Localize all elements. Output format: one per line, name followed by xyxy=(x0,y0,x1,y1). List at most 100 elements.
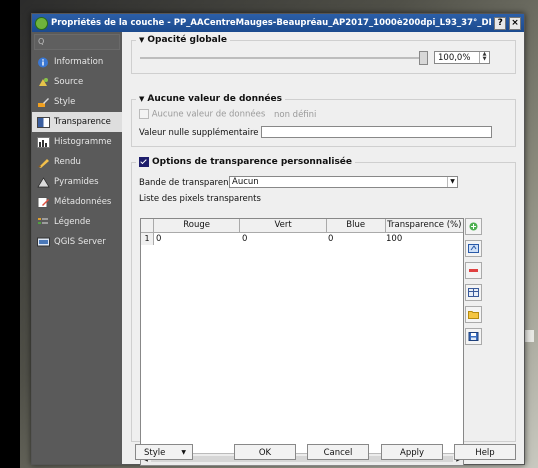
default-values-button[interactable] xyxy=(465,284,482,301)
sidebar-search-input[interactable]: Q xyxy=(34,34,120,50)
transparency-icon xyxy=(37,116,50,128)
help-button[interactable]: Help xyxy=(454,444,516,460)
row-number[interactable]: 1 xyxy=(141,233,154,245)
sidebar-item-label: Métadonnées xyxy=(54,197,112,207)
style-button-label: Style xyxy=(144,448,166,458)
custom-transparency-checkbox[interactable] xyxy=(139,157,149,167)
table-header: Rouge Vert Blue Transparence (%) xyxy=(141,219,463,233)
column-header-blue[interactable]: Blue xyxy=(327,219,386,232)
sidebar-item-style[interactable]: Style xyxy=(32,92,122,112)
column-header-rouge[interactable]: Rouge xyxy=(154,219,241,232)
source-icon xyxy=(39,77,48,86)
opacity-spinbox[interactable]: 100,0% ▲ ▼ xyxy=(434,51,490,64)
transparency-band-label: Bande de transparence xyxy=(139,178,239,188)
histogram-icon xyxy=(37,136,50,148)
sidebar-item-qgis-server[interactable]: QGIS Server xyxy=(32,232,122,252)
sidebar-item-label: Style xyxy=(54,97,76,107)
sidebar-item-label: Pyramides xyxy=(54,177,99,187)
spinbox-arrows-icon[interactable]: ▲ ▼ xyxy=(479,52,489,63)
cancel-button[interactable]: Cancel xyxy=(307,444,369,460)
pyramids-icon xyxy=(37,176,50,187)
sidebar-item-legende[interactable]: Légende xyxy=(32,212,122,232)
transparency-band-value: Aucun xyxy=(232,177,259,187)
cell-vert[interactable]: 0 xyxy=(240,233,326,245)
extra-nodata-label: Valeur nulle supplémentaire xyxy=(139,128,259,138)
sidebar-item-label: QGIS Server xyxy=(54,237,106,247)
close-button[interactable]: × xyxy=(509,16,521,30)
sidebar-item-label: Histogramme xyxy=(54,137,112,147)
nodata-group: ▼ Aucune valeur de données Aucune valeur… xyxy=(131,94,516,147)
transparent-pixels-table: Rouge Vert Blue Transparence (%) 1 0 0 0… xyxy=(140,218,464,466)
style-menu-button[interactable]: Style ▼ xyxy=(135,444,193,460)
extra-nodata-input[interactable] xyxy=(261,126,492,138)
sidebar-item-transparence[interactable]: Transparence xyxy=(32,112,122,132)
sidebar-item-pyramides[interactable]: Pyramides xyxy=(32,172,122,192)
transparency-band-select[interactable]: Aucun ▼ xyxy=(229,176,458,188)
sidebar-item-label: Rendu xyxy=(54,157,81,167)
style-icon xyxy=(38,97,49,107)
table-icon xyxy=(468,288,479,297)
add-value-button[interactable] xyxy=(465,218,482,235)
map-dark-area xyxy=(0,0,20,468)
render-icon xyxy=(38,158,49,168)
table-corner xyxy=(141,219,154,232)
table-tools xyxy=(465,218,483,350)
add-icon xyxy=(469,222,478,231)
save-icon xyxy=(468,332,479,341)
nodata-status: non défini xyxy=(274,109,317,120)
cell-transparence[interactable]: 100 xyxy=(384,233,462,245)
global-opacity-title: Opacité globale xyxy=(147,35,227,45)
sidebar-item-label: Légende xyxy=(54,217,91,227)
legend-icon xyxy=(38,217,48,224)
global-opacity-group: ▼ Opacité globale 100,0% ▲ ▼ xyxy=(131,35,516,74)
custom-transparency-group: Options de transparence personnalisée Ba… xyxy=(131,157,516,466)
help-title-button[interactable]: ? xyxy=(494,16,507,30)
sidebar-item-information[interactable]: Information xyxy=(32,52,122,72)
cell-rouge[interactable]: 0 xyxy=(154,233,240,245)
remove-value-button[interactable] xyxy=(465,262,482,279)
server-icon xyxy=(37,237,50,246)
chevron-down-icon: ▼ xyxy=(447,177,457,187)
nodata-header[interactable]: ▼ Aucune valeur de données xyxy=(136,94,285,104)
nodata-checkbox[interactable] xyxy=(139,109,149,119)
sidebar-item-histogramme[interactable]: Histogramme xyxy=(32,132,122,152)
nodata-checkbox-label: Aucune valeur de données xyxy=(151,109,266,120)
chevron-down-icon: ▼ xyxy=(181,449,186,456)
column-header-transparence[interactable]: Transparence (%) xyxy=(386,219,464,232)
sidebar: Q Information Source Style Transparence … xyxy=(32,32,122,464)
export-to-file-button[interactable] xyxy=(465,328,482,345)
dialog-button-bar: Style ▼ OK Cancel Apply Help xyxy=(125,442,520,464)
cell-blue[interactable]: 0 xyxy=(326,233,384,245)
table-row[interactable]: 1 0 0 0 100 xyxy=(141,233,463,245)
window-title: Propriétés de la couche - PP_AACentreMau… xyxy=(51,18,492,28)
custom-transparency-title: Options de transparence personnalisée xyxy=(152,157,353,167)
sidebar-item-label: Transparence xyxy=(54,117,111,127)
sidebar-item-metadonnees[interactable]: Métadonnées xyxy=(32,192,122,212)
sidebar-item-source[interactable]: Source xyxy=(32,72,122,92)
ok-button[interactable]: OK xyxy=(234,444,296,460)
sidebar-item-label: Source xyxy=(54,77,84,87)
opacity-value: 100,0% xyxy=(438,53,471,63)
nodata-title: Aucune valeur de données xyxy=(147,94,282,104)
nodata-checkbox-row: Aucune valeur de données non défini xyxy=(139,109,316,120)
sidebar-item-label: Information xyxy=(54,57,104,67)
import-from-file-button[interactable] xyxy=(465,306,482,323)
column-header-vert[interactable]: Vert xyxy=(240,219,327,232)
collapse-arrow-icon: ▼ xyxy=(139,36,145,44)
custom-transparency-header[interactable]: Options de transparence personnalisée xyxy=(136,157,356,167)
folder-icon xyxy=(468,311,479,319)
title-bar: Propriétés de la couche - PP_AACentreMau… xyxy=(32,14,524,32)
transparency-panel: ▼ Opacité globale 100,0% ▲ ▼ ▼ Aucune val… xyxy=(125,32,520,466)
apply-button[interactable]: Apply xyxy=(381,444,443,460)
transparent-pixels-label: Liste des pixels transparents xyxy=(139,194,261,204)
layer-properties-dialog: Propriétés de la couche - PP_AACentreMau… xyxy=(31,13,525,466)
global-opacity-header[interactable]: ▼ Opacité globale xyxy=(136,35,230,45)
pick-from-display-icon xyxy=(468,244,479,253)
remove-icon xyxy=(469,269,478,272)
sidebar-item-rendu[interactable]: Rendu xyxy=(32,152,122,172)
opacity-slider-handle[interactable] xyxy=(419,51,428,65)
collapse-arrow-icon: ▼ xyxy=(139,95,145,103)
opacity-slider[interactable] xyxy=(140,57,426,59)
qgis-app-icon xyxy=(35,16,48,30)
add-from-display-button[interactable] xyxy=(465,240,482,257)
